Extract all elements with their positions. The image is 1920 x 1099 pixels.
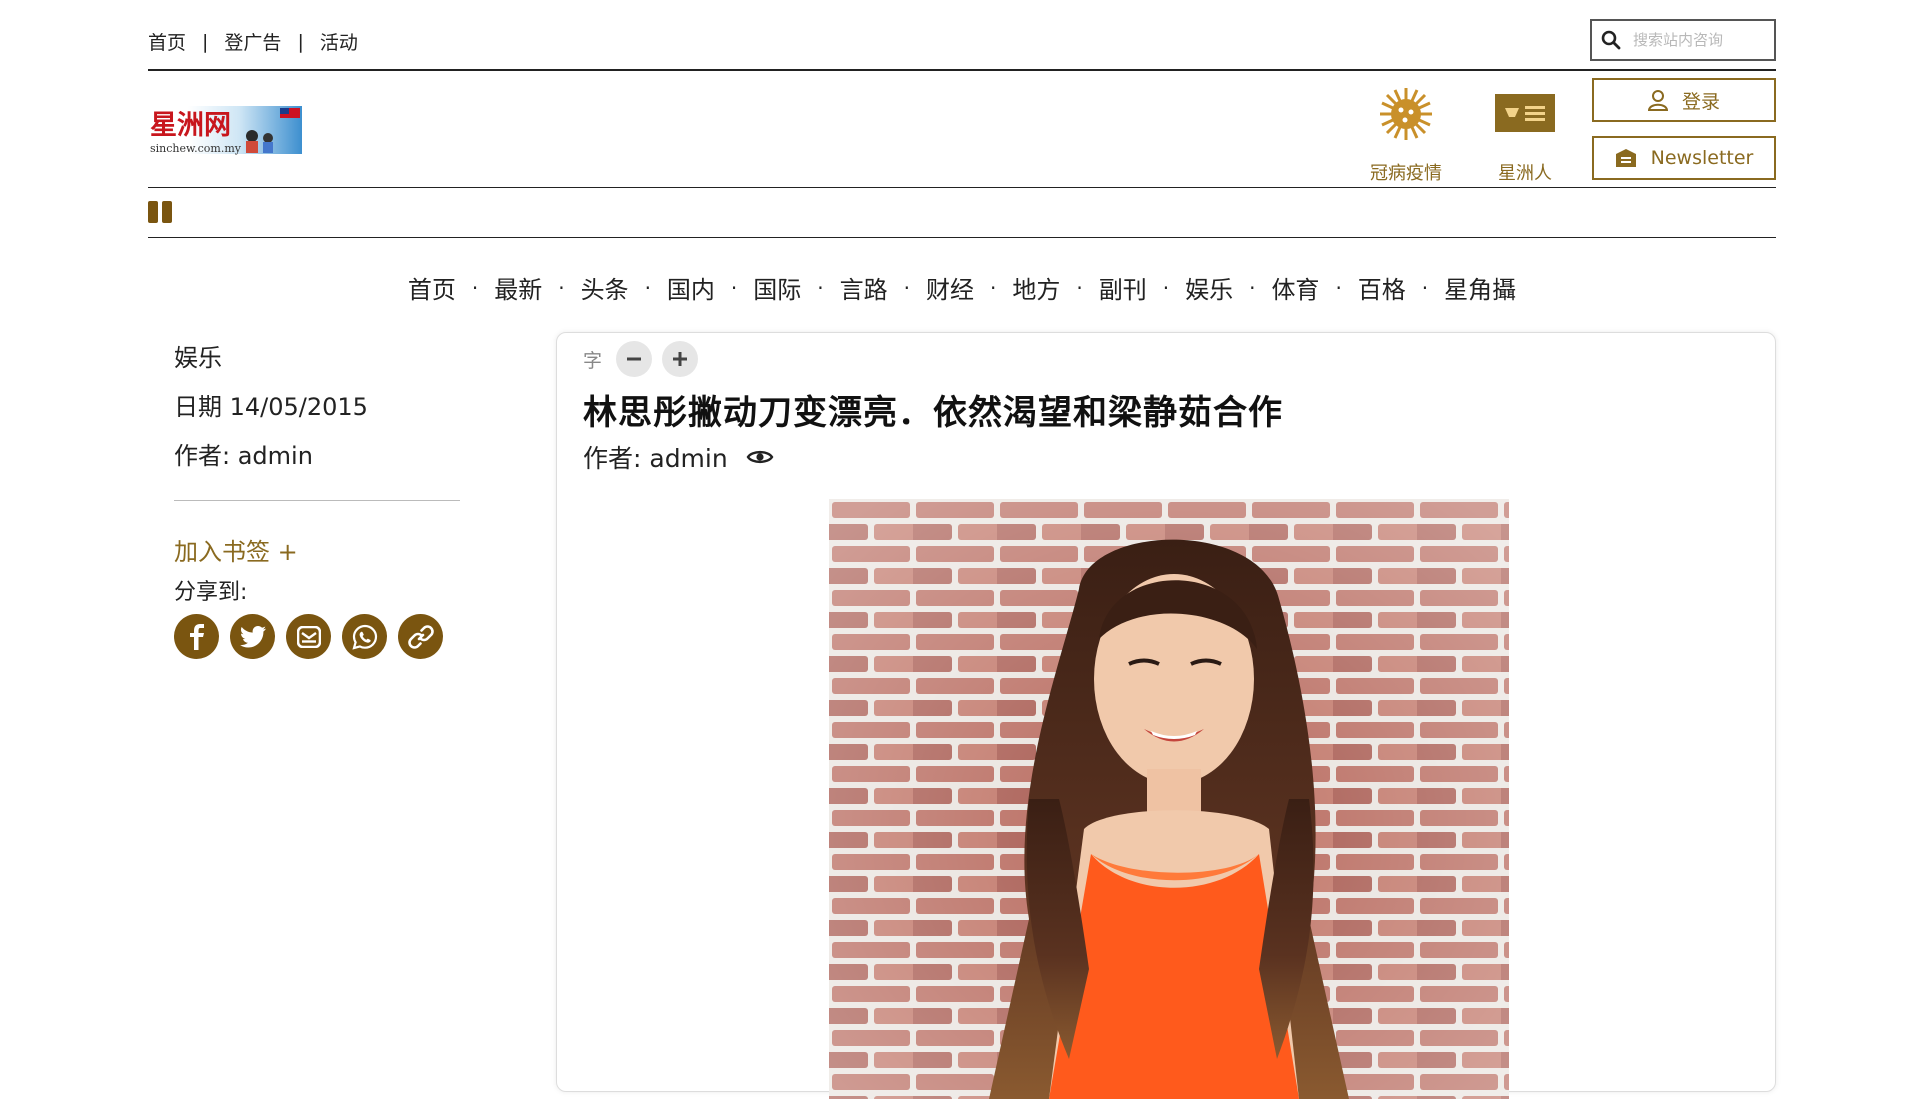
nav-item-sports[interactable]: 体育	[1269, 270, 1321, 305]
minus-icon	[627, 357, 642, 361]
separator: |	[297, 30, 304, 53]
login-label: 登录	[1681, 90, 1720, 113]
font-size-label: 字	[583, 349, 603, 372]
top-links: 首页 | 登广告 | 活动	[148, 28, 358, 55]
nav-separator: ·	[1335, 275, 1342, 300]
logo-subtext: sinchew.com.my	[150, 142, 242, 155]
nav-item-entertainment[interactable]: 娱乐	[1183, 270, 1235, 305]
share-label: 分享到:	[174, 580, 248, 605]
byline-author: 作者: admin	[583, 444, 728, 473]
nav-separator: ·	[1162, 275, 1170, 300]
nav-item-home[interactable]: 首页	[406, 270, 458, 305]
covid-label: 冠病疫情	[1370, 163, 1442, 184]
top-link-advertise[interactable]: 登广告	[224, 28, 281, 55]
top-divider	[148, 69, 1776, 71]
share-icons	[174, 614, 443, 659]
top-link-events[interactable]: 活动	[320, 28, 358, 55]
author-label: 作者: admin	[174, 442, 313, 470]
article-meta: 娱乐 日期 14/05/2015 作者: admin	[174, 338, 368, 485]
article-card: 字 林思彤撇动刀变漂亮．依然渴望和梁静茹合作 作者: admin	[556, 332, 1776, 1099]
article-title: 林思彤撇动刀变漂亮．依然渴望和梁静茹合作	[583, 393, 1283, 433]
search-icon[interactable]	[1601, 30, 1621, 50]
category-label[interactable]: 娱乐	[174, 338, 368, 373]
nav-item-international[interactable]: 国际	[751, 270, 803, 305]
email-icon[interactable]	[286, 614, 331, 659]
header-divider	[148, 187, 1776, 188]
decrease-font-button[interactable]	[616, 341, 653, 377]
article-byline: 作者: admin	[583, 439, 774, 475]
link-icon[interactable]	[398, 614, 443, 659]
plus-icon	[673, 352, 688, 366]
user-icon	[1647, 90, 1668, 111]
search-input[interactable]	[1631, 30, 1765, 50]
increase-font-button[interactable]	[662, 341, 699, 377]
top-link-home[interactable]: 首页	[148, 28, 186, 55]
nav-separator: ·	[903, 275, 910, 300]
main-nav: 首页 · 最新 · 头条 · 国内 · 国际 · 言路 · 财经 · 地方 · …	[148, 270, 1776, 305]
login-button[interactable]: 登录	[1592, 78, 1776, 122]
newsletter-button[interactable]: Newsletter	[1592, 136, 1776, 180]
nav-separator: ·	[644, 275, 651, 300]
add-bookmark-link[interactable]: 加入书签 +	[174, 532, 298, 567]
newsletter-label: Newsletter	[1650, 147, 1754, 169]
covid-link[interactable]: 冠病疫情	[1370, 84, 1442, 185]
nav-separator: ·	[1421, 275, 1429, 300]
logo-text: 星洲网	[150, 110, 231, 141]
nav-item-baige[interactable]: 百格	[1356, 270, 1408, 305]
nav-separator: ·	[817, 275, 824, 300]
nav-item-headlines[interactable]: 头条	[579, 270, 631, 305]
site-logo[interactable]: 星洲网 sinchew.com.my	[148, 102, 304, 158]
nav-item-finance[interactable]: 财经	[924, 270, 976, 305]
nav-separator: ·	[990, 275, 997, 300]
sinchew-people-link[interactable]: 星洲人	[1493, 84, 1557, 185]
nav-separator: ·	[558, 275, 565, 300]
font-size-controls: 字	[583, 341, 699, 377]
nav-item-opinion[interactable]: 言路	[838, 270, 890, 305]
nav-item-local[interactable]: 地方	[1010, 270, 1062, 305]
whatsapp-icon[interactable]	[342, 614, 387, 659]
nav-item-supplement[interactable]: 副刊	[1097, 270, 1149, 305]
pause-icon[interactable]	[148, 201, 172, 223]
envelope-icon	[1615, 149, 1636, 167]
nav-separator: ·	[471, 275, 479, 300]
nav-item-domestic[interactable]: 国内	[665, 270, 717, 305]
meta-divider	[174, 500, 460, 501]
nav-item-latest[interactable]: 最新	[492, 270, 544, 305]
sinchew-people-label: 星洲人	[1498, 163, 1552, 184]
nav-separator: ·	[1076, 275, 1083, 300]
nav-item-photo[interactable]: 星角攝	[1442, 270, 1518, 305]
eye-icon	[746, 450, 774, 464]
nav-separator: ·	[730, 275, 738, 300]
date-label: 日期 14/05/2015	[174, 393, 368, 421]
facebook-icon[interactable]	[174, 614, 219, 659]
sinchew-people-icon	[1495, 94, 1555, 132]
twitter-icon[interactable]	[230, 614, 275, 659]
nav-separator: ·	[1249, 275, 1256, 300]
virus-icon	[1380, 88, 1432, 140]
search-box[interactable]	[1590, 19, 1776, 61]
separator: |	[202, 30, 209, 53]
ticker-divider	[148, 237, 1776, 238]
article-photo	[829, 499, 1509, 1099]
